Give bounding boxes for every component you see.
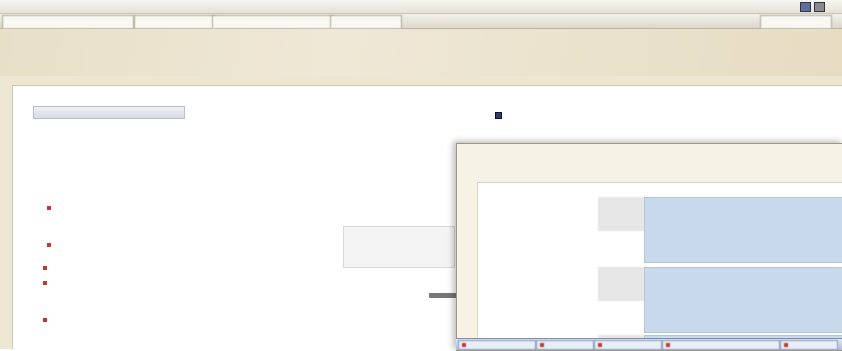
browser-toolbar (0, 0, 842, 14)
window-icon[interactable] (800, 2, 811, 12)
red-document-icon (43, 265, 47, 270)
app-icon (784, 342, 788, 347)
red-document-icon (43, 280, 47, 285)
row-panel (644, 267, 842, 333)
row-label (598, 197, 648, 231)
dialog-body (477, 182, 842, 350)
tree-header-label (34, 109, 38, 116)
red-document-icon (43, 318, 47, 322)
red-document-icon (47, 243, 51, 247)
submit-button[interactable] (429, 293, 457, 298)
red-document-icon (47, 205, 51, 210)
minimize-icon[interactable] (814, 2, 825, 12)
taskbar (456, 338, 842, 350)
tree-header (33, 106, 185, 119)
row-label (598, 267, 648, 301)
navigation-tree (33, 106, 185, 346)
dropdown-icon[interactable] (495, 112, 502, 119)
app-icon (462, 342, 466, 347)
app-icon (598, 342, 602, 347)
tab-2[interactable] (134, 15, 216, 28)
app-header (0, 29, 842, 76)
tab-3[interactable] (212, 15, 334, 28)
tab-5[interactable] (760, 15, 832, 28)
app-icon (540, 342, 544, 347)
form-box (343, 226, 455, 268)
tab-4[interactable] (330, 15, 402, 28)
tab-bar (0, 14, 842, 29)
tab-1[interactable] (2, 15, 134, 28)
dialog-window (456, 143, 842, 351)
app-icon (666, 342, 670, 347)
row-panel (644, 197, 842, 263)
